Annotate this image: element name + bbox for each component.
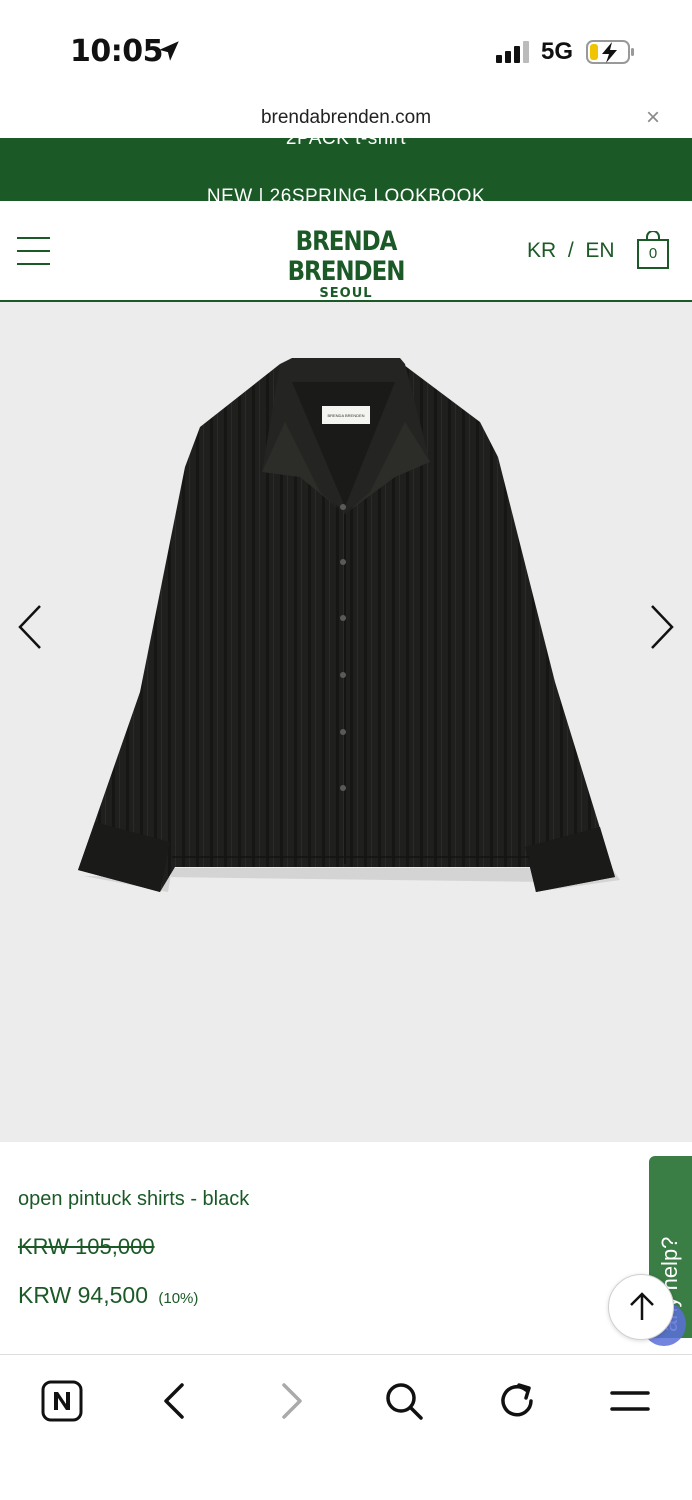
menu-icon[interactable] <box>606 1377 654 1425</box>
carousel-next-icon[interactable] <box>646 602 676 652</box>
carousel-prev-icon[interactable] <box>16 602 46 652</box>
brand-logo[interactable]: BRENDA BRENDEN SEOUL <box>236 227 456 301</box>
back-icon[interactable] <box>152 1377 200 1425</box>
product-image-carousel[interactable]: BRENDA BRENDEN <box>0 302 692 1142</box>
close-icon[interactable]: × <box>646 104 660 132</box>
site-header: BRENDA BRENDEN SEOUL KR / EN 0 <box>0 201 692 302</box>
shirt-label-text: BRENDA BRENDEN <box>327 413 364 418</box>
original-price: KRW 105,000 <box>18 1234 155 1259</box>
language-switch[interactable]: KR / EN <box>527 239 615 263</box>
logo-sub-text: SEOUL <box>319 286 373 301</box>
cart-count: 0 <box>648 245 658 262</box>
product-name: open pintuck shirts - black <box>18 1188 250 1210</box>
sale-price: KRW 94,500 (10%) <box>18 1282 198 1309</box>
browser-toolbar <box>0 1354 692 1500</box>
product-info: open pintuck shirts - black KRW 105,000 … <box>0 1142 692 1354</box>
location-arrow-icon <box>159 41 179 61</box>
signal-icon <box>496 41 529 63</box>
search-icon[interactable] <box>380 1377 428 1425</box>
status-time: 10:05 <box>70 34 164 69</box>
url-text[interactable]: brendabrenden.com <box>0 107 692 129</box>
hamburger-menu-icon[interactable] <box>17 237 50 267</box>
sale-price-value: KRW 94,500 <box>18 1282 148 1308</box>
cart-button[interactable]: 0 <box>637 231 669 269</box>
logo-main-text: BRENDA BRENDEN <box>287 226 406 287</box>
reload-icon[interactable] <box>493 1377 541 1425</box>
network-type: 5G <box>541 38 574 65</box>
battery-charging-icon <box>586 40 634 64</box>
naver-icon[interactable] <box>38 1377 86 1425</box>
status-bar: 10:05 5G <box>0 0 692 100</box>
banner-line-1[interactable]: 2PACK t-shirt <box>0 138 692 150</box>
forward-icon[interactable] <box>266 1377 314 1425</box>
product-photo-shirt: BRENDA BRENDEN <box>78 358 620 892</box>
announcement-banner[interactable]: 2PACK t-shirt NEW | 26SPRING LOOKBOOK <box>0 138 692 201</box>
banner-line-2[interactable]: NEW | 26SPRING LOOKBOOK <box>0 186 692 201</box>
browser-url-bar[interactable]: brendabrenden.com × <box>0 100 692 138</box>
discount-rate: (10%) <box>158 1290 199 1307</box>
scroll-to-top-button[interactable] <box>608 1274 674 1340</box>
arrow-up-icon <box>630 1292 654 1320</box>
